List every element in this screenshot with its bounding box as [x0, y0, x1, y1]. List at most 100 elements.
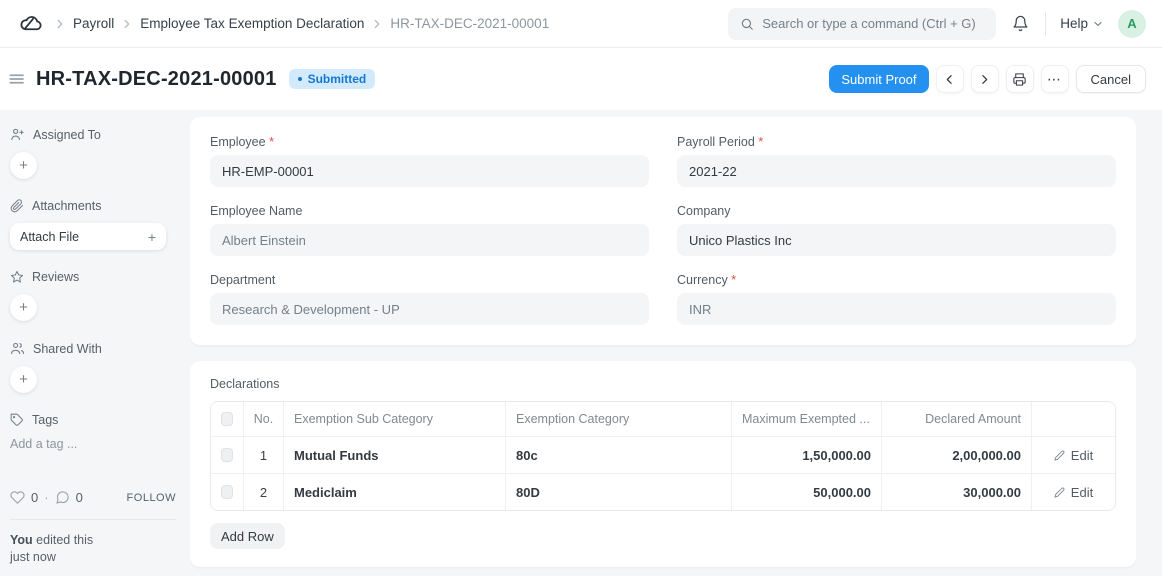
- form-main: Employee * HR-EMP-00001 Payroll Period *…: [190, 117, 1136, 576]
- sidebar-footer: 0 · 0 FOLLOW You edited this just now: [10, 490, 176, 566]
- plus-icon: +: [147, 228, 156, 245]
- col-maximum-exempted[interactable]: Maximum Exempted ...: [732, 402, 882, 436]
- table-row: 1 Mutual Funds 80c 1,50,000.00 2,00,000.…: [211, 436, 1115, 473]
- app-window: Payroll Employee Tax Exemption Declarati…: [0, 0, 1162, 576]
- edit-label: Edit: [1070, 484, 1094, 500]
- status-badge-label: Submitted: [307, 72, 367, 86]
- required-marker: *: [731, 273, 737, 287]
- add-review-button[interactable]: +: [10, 294, 37, 321]
- notifications-bell-icon[interactable]: [1010, 13, 1031, 34]
- declared-amount-cell[interactable]: 30,000.00: [882, 474, 1032, 510]
- attachments-section: Attachments Attach File +: [10, 199, 176, 250]
- breadcrumb-chevron-icon: [53, 17, 67, 31]
- search-placeholder: Search or type a command (Ctrl + G): [762, 16, 976, 31]
- previous-document-button[interactable]: [935, 65, 964, 93]
- next-document-button[interactable]: [970, 65, 999, 93]
- edit-row-button[interactable]: Edit: [1054, 448, 1093, 463]
- reviews-label: Reviews: [32, 270, 80, 284]
- navbar-divider: [1045, 11, 1047, 36]
- users-icon: [10, 341, 25, 356]
- edited-action: edited this: [36, 533, 94, 548]
- app-logo-icon[interactable]: [18, 11, 43, 36]
- employee-input[interactable]: HR-EMP-00001: [210, 155, 649, 187]
- required-marker: *: [269, 135, 274, 149]
- declared-amount-cell[interactable]: 2,00,000.00: [882, 437, 1032, 473]
- form-sidebar: Assigned To + Attachments Attach File +: [8, 117, 190, 576]
- assigned-to-label: Assigned To: [33, 127, 101, 142]
- currency-input[interactable]: INR: [677, 293, 1116, 325]
- follow-button[interactable]: FOLLOW: [127, 492, 176, 504]
- category-cell[interactable]: 80c: [506, 437, 732, 473]
- add-share-button[interactable]: +: [10, 366, 37, 393]
- table-row: 2 Mediclaim 80D 50,000.00 30,000.00 Edit: [211, 473, 1115, 510]
- category-cell[interactable]: 80D: [506, 474, 732, 510]
- department-input[interactable]: Research & Development - UP: [210, 293, 649, 325]
- global-search-input[interactable]: Search or type a command (Ctrl + G): [728, 7, 997, 40]
- comments-count[interactable]: 0: [76, 490, 83, 505]
- add-row-button[interactable]: Add Row: [210, 523, 285, 549]
- edit-label: Edit: [1070, 447, 1094, 463]
- breadcrumb: Payroll Employee Tax Exemption Declarati…: [18, 11, 549, 36]
- col-exemption-category[interactable]: Exemption Category: [506, 402, 732, 436]
- dot-separator: ·: [44, 490, 49, 506]
- tag-icon: [10, 413, 24, 427]
- payroll-period-field: Payroll Period * 2021-22: [677, 135, 1116, 187]
- pencil-icon: [1054, 450, 1065, 461]
- max-exempted-cell[interactable]: 50,000.00: [732, 474, 882, 510]
- edited-by-user: You: [10, 533, 33, 548]
- comment-icon[interactable]: [55, 490, 70, 505]
- payroll-period-input[interactable]: 2021-22: [677, 155, 1116, 187]
- add-tag-input[interactable]: Add a tag ...: [10, 437, 176, 451]
- star-icon: [10, 270, 24, 284]
- likes-count[interactable]: 0: [31, 490, 38, 505]
- row-checkbox[interactable]: [221, 448, 233, 462]
- page-actions: Submit Proof ⋯ Cancel: [829, 65, 1146, 93]
- search-icon: [740, 17, 754, 31]
- breadcrumb-chevron-icon: [120, 17, 134, 31]
- employee-label: Employee: [210, 135, 266, 149]
- page-title: HR-TAX-DEC-2021-00001: [36, 67, 277, 90]
- sidebar-divider: [10, 519, 176, 521]
- col-exemption-sub-category[interactable]: Exemption Sub Category: [284, 402, 506, 436]
- table-header-row: No. Exemption Sub Category Exemption Cat…: [211, 402, 1115, 436]
- heart-icon[interactable]: [10, 490, 25, 505]
- company-input[interactable]: Unico Plastics Inc: [677, 224, 1116, 256]
- attach-file-label: Attach File: [20, 229, 80, 244]
- employee-name-field: Employee Name Albert Einstein: [210, 204, 649, 256]
- company-field: Company Unico Plastics Inc: [677, 204, 1116, 256]
- print-button[interactable]: [1005, 65, 1034, 93]
- declarations-table: No. Exemption Sub Category Exemption Cat…: [210, 401, 1116, 511]
- row-checkbox[interactable]: [221, 485, 233, 499]
- select-all-checkbox[interactable]: [221, 412, 233, 426]
- tags-section: Tags Add a tag ...: [10, 413, 176, 451]
- help-menu[interactable]: Help: [1060, 16, 1104, 31]
- col-declared-amount[interactable]: Declared Amount: [882, 402, 1032, 436]
- currency-field: Currency * INR: [677, 273, 1116, 325]
- breadcrumb-item-doctype[interactable]: Employee Tax Exemption Declaration: [140, 16, 364, 31]
- content-area: Assigned To + Attachments Attach File +: [0, 110, 1162, 576]
- details-card: Employee * HR-EMP-00001 Payroll Period *…: [190, 117, 1136, 345]
- edit-row-button[interactable]: Edit: [1054, 485, 1093, 500]
- user-avatar[interactable]: A: [1118, 9, 1146, 38]
- col-no: No.: [244, 402, 284, 436]
- paperclip-icon: [10, 199, 24, 213]
- assigned-to-section: Assigned To +: [10, 127, 176, 179]
- sidebar-toggle-icon[interactable]: [4, 66, 30, 92]
- sub-category-cell[interactable]: Mutual Funds: [284, 437, 506, 473]
- last-edited-info: You edited this just now: [10, 532, 176, 566]
- reviews-section: Reviews +: [10, 270, 176, 321]
- employee-name-input[interactable]: Albert Einstein: [210, 224, 649, 256]
- cancel-button[interactable]: Cancel: [1075, 65, 1146, 93]
- max-exempted-cell[interactable]: 1,50,000.00: [732, 437, 882, 473]
- sub-category-cell[interactable]: Mediclaim: [284, 474, 506, 510]
- navbar-right: Search or type a command (Ctrl + G) Help…: [728, 7, 1146, 40]
- employee-field: Employee * HR-EMP-00001: [210, 135, 649, 187]
- breadcrumb-item-payroll[interactable]: Payroll: [73, 16, 114, 31]
- status-badge: Submitted: [288, 69, 376, 89]
- menu-ellipsis-button[interactable]: ⋯: [1040, 65, 1069, 93]
- chevron-down-icon: [1092, 18, 1104, 30]
- social-row: 0 · 0 FOLLOW: [10, 490, 176, 505]
- attach-file-button[interactable]: Attach File +: [10, 223, 166, 250]
- add-assignment-button[interactable]: +: [10, 152, 37, 179]
- submit-proof-button[interactable]: Submit Proof: [829, 65, 929, 93]
